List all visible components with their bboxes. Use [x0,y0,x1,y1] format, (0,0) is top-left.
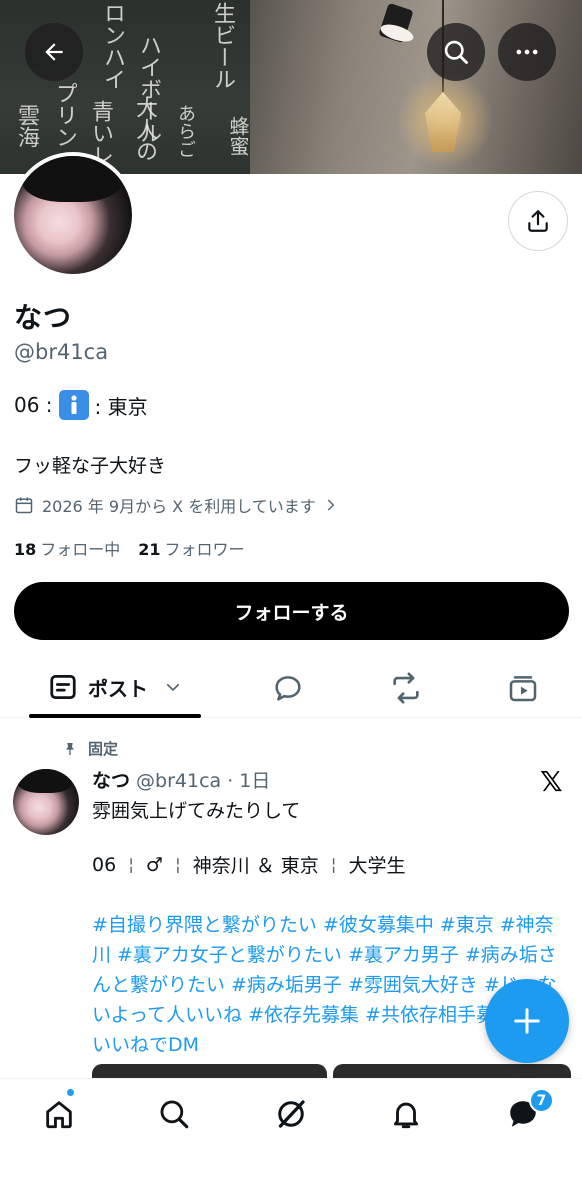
bio-text: 06 : [14,393,53,417]
posts-icon [50,675,76,699]
profile-avatar[interactable] [10,152,136,278]
banner-chalk-text: 生ビール [210,2,235,90]
nav-notifications[interactable] [386,1094,426,1134]
tweet-header: なつ @br41ca · 1日 [92,766,270,793]
bio-line: 06 : : 東京 [14,390,148,420]
tab-reposts[interactable] [388,670,424,706]
joined-text: 2026 年 9月から X を利用しています [42,497,316,516]
nav-search[interactable] [154,1094,194,1134]
hashtag-link[interactable]: #裏アカ男子 [348,944,459,966]
separator: ¦ [128,854,134,875]
bio-line: フッ軽な子大好き [14,455,167,477]
bottom-navigation [0,1078,582,1199]
avatar-image [14,156,132,274]
profile-banner[interactable]: ロンハイ ハイボール 生ビール 大人の 青いレ プリン 雲海 蜂蜜 あらご [0,0,582,174]
tweet-author-name[interactable]: なつ [92,766,130,793]
hashtag-link[interactable]: #裏アカ女子と繋がりたい [117,944,342,966]
notifications-icon [393,1102,419,1129]
tweet-avatar[interactable] [13,769,79,835]
following-link[interactable]: 18 フォロー中 [14,536,120,560]
tweet-text-segment: 神奈川 ＆ 東京 [192,855,319,877]
search-button[interactable] [427,23,485,81]
tweet-text-segment: 大学生 [348,855,406,877]
messages-badge: 7 [529,1088,554,1113]
pinned-label: 固定 [62,738,118,759]
banner-chalk-text: 蜂蜜 [226,116,250,156]
tab-replies[interactable] [270,670,306,706]
reposts-icon [393,672,419,704]
home-notification-dot [66,1088,75,1097]
share-button[interactable] [508,191,568,251]
home-icon [46,1101,72,1129]
tweet-text-segment: ♂ [145,853,163,876]
hashtag-link[interactable]: #雰囲気大好き [348,974,478,996]
tab-media[interactable] [505,670,541,706]
following-label: フォロー中 [40,540,121,559]
media-icon [509,676,537,702]
active-tab-indicator [29,714,201,718]
banner-chalk-text: プリン [52,82,77,148]
separator: ¦ [174,854,181,875]
more-dots-icon [516,49,538,55]
separator: ¦ [330,854,337,875]
share-icon [528,210,548,232]
profile-tabs: ポスト [0,660,582,718]
tab-posts-label: ポスト [88,676,148,701]
nav-home[interactable] [39,1094,79,1134]
hashtag-link[interactable]: #自撮り界隈と繋がりたい [92,914,317,936]
hashtag-link[interactable]: #依存先募集 [248,1004,359,1026]
search-icon [160,1100,189,1129]
follow-stats: 18 フォロー中 21 フォロワー [14,536,245,560]
hashtag-link[interactable]: #病み垢男子 [231,974,342,996]
pin-icon [66,742,74,755]
tweet-text-segment: 06 [92,853,117,876]
banner-chalk-text: 大人の [132,96,157,162]
joined-date[interactable]: 2026 年 9月から X を利用しています [14,493,338,517]
banner-chalk-text: ロンハイ [100,2,125,90]
display-name: なつ [14,301,73,334]
tab-posts[interactable]: ポスト [48,672,182,702]
arrow-left-icon [45,43,63,61]
followers-label: フォロワー [164,540,245,559]
hashtag-link[interactable]: #彼女募集中 [323,914,434,936]
back-button[interactable] [25,23,83,81]
x-logo-icon: 𝕏 [540,765,563,798]
user-handle: @br41ca [14,340,109,364]
nav-grok[interactable] [271,1094,311,1134]
plus-icon [514,1008,540,1034]
more-button[interactable] [498,23,556,81]
following-count: 18 [14,540,37,559]
banner-chalk-text: あらご [175,104,196,158]
tweet-text: 雰囲気上げてみたりして [92,800,301,822]
pinned-text: 固定 [88,740,119,758]
tweet-profile-line: 06 ¦ ♂ ¦ 神奈川 ＆ 東京 ¦ 大学生 [92,851,406,878]
grok-icon [278,1100,305,1128]
information-emoji-icon [58,390,89,420]
chevron-right-icon [327,499,335,511]
compose-button[interactable] [485,979,569,1063]
search-icon [444,40,468,64]
hashtag-link[interactable]: #東京 [440,914,494,936]
calendar-icon [15,497,33,514]
replies-icon [275,676,301,701]
bio-text: : 東京 [94,394,148,419]
chevron-down-icon [166,683,180,692]
tweet-handle-time: @br41ca · 1日 [136,770,271,792]
followers-link[interactable]: 21 フォロワー [138,536,244,560]
follow-button[interactable]: フォローする [14,582,569,640]
banner-chalk-text: 雲海 [14,104,39,148]
followers-count: 21 [138,540,161,559]
